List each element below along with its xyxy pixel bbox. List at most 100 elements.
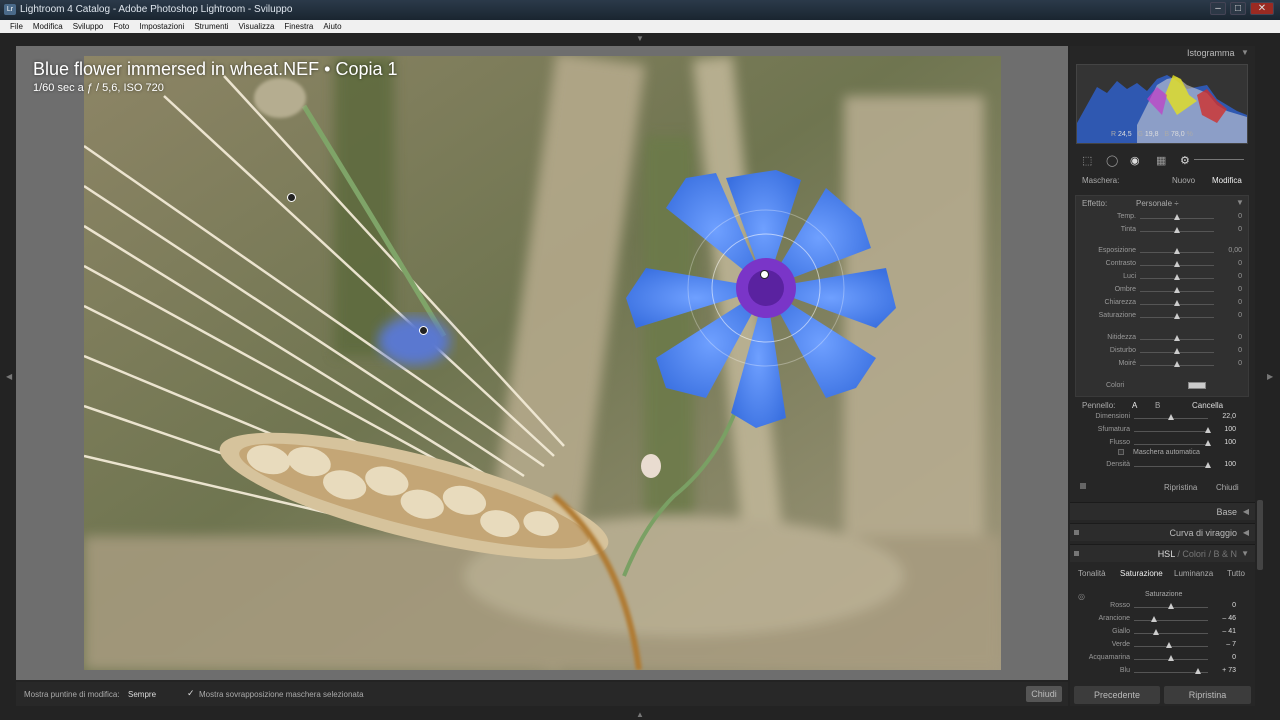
slider-handle[interactable]: [1174, 287, 1180, 293]
tab-saturation[interactable]: Saturazione: [1120, 569, 1163, 578]
panel-toggle[interactable]: [1080, 483, 1086, 489]
slider-handle[interactable]: [1174, 227, 1180, 233]
slider-row[interactable]: Rosso 0: [1070, 602, 1242, 613]
slider-row[interactable]: Chiarezza 0: [1076, 299, 1248, 310]
slider-handle[interactable]: [1174, 348, 1180, 354]
slider-handle[interactable]: [1165, 642, 1172, 648]
menu-visualizza[interactable]: Visualizza: [239, 22, 275, 31]
slider-track[interactable]: [1134, 620, 1208, 621]
slider-value[interactable]: 100: [1224, 439, 1236, 446]
menu-file[interactable]: File: [10, 22, 23, 31]
slider-row[interactable]: Esposizione 0,00: [1076, 247, 1248, 258]
slider-handle[interactable]: [1194, 668, 1201, 674]
slider-handle[interactable]: [1174, 313, 1180, 319]
slider-value[interactable]: 0: [1238, 226, 1242, 233]
slider-value[interactable]: + 73: [1222, 667, 1236, 674]
slider-value[interactable]: 22,0: [1222, 413, 1236, 420]
slider-row[interactable]: Luci 0: [1076, 273, 1248, 284]
brush-erase-button[interactable]: Cancella: [1192, 401, 1223, 410]
slider-row[interactable]: Saturazione 0: [1076, 312, 1248, 323]
slider-value[interactable]: – 46: [1222, 615, 1236, 622]
slider-value[interactable]: 0: [1238, 360, 1242, 367]
tab-luminance[interactable]: Luminanza: [1174, 569, 1213, 578]
slider-value[interactable]: – 7: [1226, 641, 1236, 648]
slider-row[interactable]: Verde – 7: [1070, 641, 1242, 652]
menu-aiuto[interactable]: Aiuto: [323, 22, 341, 31]
photo-preview[interactable]: [84, 56, 1001, 670]
collapse-top-panel-icon[interactable]: ▼: [636, 34, 644, 43]
effect-preset-dropdown[interactable]: Personale ÷: [1136, 199, 1179, 208]
hsl-mode[interactable]: HSL: [1158, 549, 1175, 559]
slider-handle[interactable]: [1174, 248, 1180, 254]
slider-handle[interactable]: [1174, 361, 1180, 367]
section-toggle-icon[interactable]: [1074, 551, 1079, 556]
slider-handle[interactable]: [1150, 616, 1157, 622]
slider-row[interactable]: Densità 100: [1070, 461, 1242, 472]
slider-track[interactable]: [1134, 466, 1208, 467]
slider-row[interactable]: Acquamarina 0: [1070, 654, 1242, 665]
slider-value[interactable]: 0: [1238, 260, 1242, 267]
minimize-button[interactable]: –: [1210, 2, 1226, 15]
brush-reset-button[interactable]: Ripristina: [1164, 483, 1197, 492]
close-toolbar-button[interactable]: Chiudi: [1026, 686, 1062, 702]
crop-tool-icon[interactable]: ⬚: [1082, 154, 1092, 167]
tab-all[interactable]: Tutto: [1227, 569, 1245, 578]
slider-row[interactable]: Disturbo 0: [1076, 347, 1248, 358]
mask-edit-button[interactable]: Modifica: [1212, 176, 1242, 185]
slider-row[interactable]: Nitidezza 0: [1076, 334, 1248, 345]
slider-handle[interactable]: [1168, 655, 1174, 661]
mask-new-button[interactable]: Nuovo: [1172, 176, 1195, 185]
adjustment-pin[interactable]: [419, 326, 428, 335]
slider-handle[interactable]: [1205, 440, 1211, 446]
section-toggle-icon[interactable]: [1074, 530, 1079, 535]
slider-value[interactable]: 100: [1224, 426, 1236, 433]
reset-button[interactable]: Ripristina: [1164, 686, 1251, 704]
slider-row[interactable]: Moiré 0: [1076, 360, 1248, 371]
slider-row[interactable]: Sfumatura 100: [1070, 426, 1242, 437]
spot-removal-icon[interactable]: ◯: [1106, 154, 1118, 167]
collapse-filmstrip-icon[interactable]: ▲: [636, 710, 644, 719]
brush-b-button[interactable]: B: [1155, 401, 1160, 410]
slider-handle[interactable]: [1168, 414, 1174, 420]
histogram-collapse-icon[interactable]: ▼: [1241, 48, 1249, 57]
slider-row[interactable]: Tinta 0: [1076, 226, 1248, 237]
effect-collapse-icon[interactable]: ▼: [1236, 198, 1244, 207]
adjustment-pin[interactable]: [287, 193, 296, 202]
color-swatch[interactable]: [1188, 382, 1206, 389]
target-adjustment-icon[interactable]: ◎: [1078, 592, 1085, 601]
slider-row[interactable]: Ombre 0: [1076, 286, 1248, 297]
colors-mode[interactable]: Colori: [1182, 549, 1206, 559]
slider-handle[interactable]: [1205, 462, 1211, 468]
section-tone-curve[interactable]: Curva di viraggio ◀: [1070, 523, 1255, 541]
slider-value[interactable]: 100: [1224, 461, 1236, 468]
slider-row[interactable]: Temp. 0: [1076, 213, 1248, 224]
previous-button[interactable]: Precedente: [1074, 686, 1160, 704]
menu-modifica[interactable]: Modifica: [33, 22, 63, 31]
slider-handle[interactable]: [1174, 274, 1180, 280]
slider-row[interactable]: Contrasto 0: [1076, 260, 1248, 271]
show-pins-dropdown[interactable]: Sempre: [128, 690, 156, 699]
menu-foto[interactable]: Foto: [113, 22, 129, 31]
collapse-left-panel-icon[interactable]: ◀: [6, 372, 12, 381]
slider-row[interactable]: Giallo – 41: [1070, 628, 1242, 639]
slider-track[interactable]: [1134, 444, 1208, 445]
slider-value[interactable]: 0: [1232, 602, 1236, 609]
slider-value[interactable]: 0: [1238, 273, 1242, 280]
collapse-right-panel-icon[interactable]: ▶: [1267, 372, 1273, 381]
auto-mask-checkbox[interactable]: [1118, 449, 1124, 455]
slider-value[interactable]: 0,00: [1228, 247, 1242, 254]
adjustment-brush-icon[interactable]: ⚙: [1180, 154, 1190, 167]
slider-value[interactable]: – 41: [1222, 628, 1236, 635]
slider-value[interactable]: 0: [1238, 334, 1242, 341]
bw-mode[interactable]: B & N: [1213, 549, 1237, 559]
menu-impostazioni[interactable]: Impostazioni: [139, 22, 184, 31]
section-hsl[interactable]: HSL / Colori / B & N ▼: [1070, 544, 1255, 562]
menu-sviluppo[interactable]: Sviluppo: [73, 22, 104, 31]
slider-value[interactable]: 0: [1238, 213, 1242, 220]
slider-row[interactable]: Arancione – 46: [1070, 615, 1242, 626]
slider-value[interactable]: 0: [1238, 347, 1242, 354]
brush-close-button[interactable]: Chiudi: [1216, 483, 1239, 492]
slider-track[interactable]: [1134, 431, 1208, 432]
close-window-button[interactable]: ✕: [1250, 2, 1274, 15]
section-base[interactable]: Base ◀: [1070, 502, 1255, 520]
